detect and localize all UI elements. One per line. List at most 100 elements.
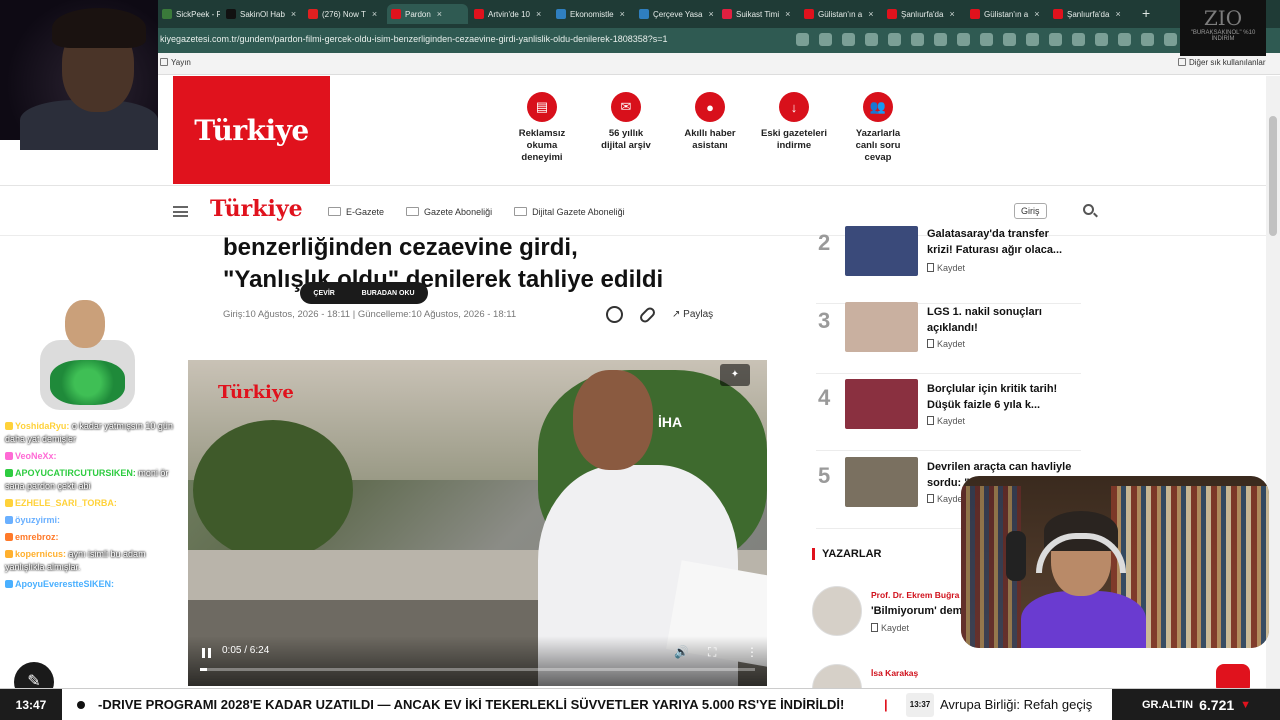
tab-label: Pardon: [405, 9, 431, 19]
scrollbar-thumb[interactable]: [1269, 116, 1277, 236]
translate-button[interactable]: ÇEVİR: [313, 290, 334, 297]
article-title[interactable]: Borçlular için kritik tarih! Düşük faizl…: [927, 381, 1077, 413]
article-title[interactable]: Galatasaray'da transfer krizi! Faturası …: [927, 226, 1077, 258]
close-icon[interactable]: ×: [949, 9, 954, 19]
volume-icon[interactable]: 🔊: [674, 645, 689, 659]
site-logo-large[interactable]: Türkiye: [173, 76, 330, 184]
extensions-puzzle-icon[interactable]: [1003, 33, 1016, 46]
nav-link-dijital-abonelik[interactable]: Dijital Gazete Aboneliği: [514, 207, 625, 217]
fullscreen-icon[interactable]: ⛶: [708, 645, 716, 660]
browser-tab[interactable]: Gülistan'ın a ×: [966, 4, 1047, 24]
browser-tab[interactable]: Suikast Timi ×: [718, 4, 798, 24]
login-button[interactable]: Giriş: [1014, 203, 1047, 219]
browser-tab[interactable]: Çerçeve Yasa ×: [635, 4, 716, 24]
extension-icon[interactable]: [980, 33, 993, 46]
author-name: Prof. Dr. Ekrem Buğra: [871, 590, 960, 600]
gold-price: GR.ALTIN 6.721 ▼: [1112, 689, 1280, 720]
close-icon[interactable]: ×: [620, 9, 625, 19]
favorite-star-icon[interactable]: [842, 33, 855, 46]
close-icon[interactable]: ×: [291, 9, 296, 19]
address-bar: kiyegazetesi.com.tr/gundem/pardon-filmi-…: [0, 28, 1280, 53]
save-button[interactable]: Kaydet: [927, 339, 965, 349]
browser-tab[interactable]: Artvin'de 10 ×: [470, 4, 550, 24]
extension-icon[interactable]: [865, 33, 878, 46]
heart-icon[interactable]: [1095, 33, 1108, 46]
save-button[interactable]: Kaydet: [927, 416, 965, 426]
collections-icon[interactable]: [1072, 33, 1085, 46]
bookmark-yayin[interactable]: Yayın: [160, 58, 191, 67]
translate-pill[interactable]: ÇEVİR BURADAN OKU: [300, 282, 428, 304]
browser-tab[interactable]: SickPeek - R×: [158, 4, 220, 24]
extension-icon[interactable]: [888, 33, 901, 46]
profile-avatar[interactable]: [1164, 33, 1177, 46]
site-logo[interactable]: Türkiye: [210, 196, 303, 222]
feature-item[interactable]: ▤ Reklamsız okuma deneyimi: [500, 92, 584, 164]
close-icon[interactable]: ×: [1034, 9, 1039, 19]
share-button[interactable]: ↗ Paylaş: [672, 309, 713, 320]
video-progress-bar[interactable]: [200, 668, 755, 671]
close-icon[interactable]: ×: [372, 9, 377, 19]
sparkle-icon[interactable]: ✦: [720, 364, 750, 386]
streamer: [1021, 511, 1146, 648]
close-icon[interactable]: ×: [785, 9, 790, 19]
close-icon[interactable]: ×: [437, 9, 442, 19]
webcam-overlay-streamer: [961, 476, 1269, 648]
chat-badge-icon: [5, 516, 13, 524]
article-thumbnail[interactable]: [845, 457, 918, 507]
most-read-item[interactable]: 4 Borçlular için kritik tarih! Düşük faiz…: [816, 373, 1081, 451]
browser-tab[interactable]: Pardon ×: [387, 4, 468, 24]
feature-item[interactable]: 👥 Yazarlarla canlı soru cevap: [836, 92, 920, 164]
extension-icon[interactable]: [957, 33, 970, 46]
new-tab-button[interactable]: +: [1142, 5, 1150, 21]
reader-icon[interactable]: [819, 33, 832, 46]
feature-label: 56 yıllık dijital arşiv: [601, 128, 651, 151]
save-button[interactable]: Kaydet: [871, 623, 909, 633]
browser-tab[interactable]: Gülistan'ın a ×: [800, 4, 881, 24]
nav-link-gazete-aboneligi[interactable]: Gazete Aboneliği: [406, 207, 492, 217]
close-icon[interactable]: ×: [709, 9, 714, 19]
favorites-icon[interactable]: [1049, 33, 1062, 46]
split-view-icon[interactable]: [1026, 33, 1039, 46]
whatsapp-icon[interactable]: [606, 306, 623, 323]
browser-tab[interactable]: (276) Now T ×: [304, 4, 385, 24]
feature-item[interactable]: ✉ 56 yıllık dijital arşiv: [584, 92, 668, 164]
most-read-item[interactable]: 2 Galatasaray'da transfer krizi! Faturası…: [816, 226, 1081, 304]
article-thumbnail[interactable]: [845, 226, 918, 276]
chat-badge-icon: [5, 550, 13, 558]
nav-link-egazete[interactable]: E-Gazete: [328, 207, 384, 217]
browser-tab[interactable]: SakinOl Hab ×: [222, 4, 302, 24]
webcam-overlay-guest: [0, 0, 158, 150]
extension-icon[interactable]: [911, 33, 924, 46]
browser-tab[interactable]: Şanlıurfa'da ×: [883, 4, 964, 24]
close-icon[interactable]: ×: [536, 9, 541, 19]
hamburger-menu-icon[interactable]: [173, 206, 188, 217]
url-field[interactable]: kiyegazetesi.com.tr/gundem/pardon-filmi-…: [160, 34, 668, 44]
downloads-icon[interactable]: [1141, 33, 1154, 46]
feature-item[interactable]: ↓ Eski gazeteleri indirme: [752, 92, 836, 164]
feature-item[interactable]: ● Akıllı haber asistanı: [668, 92, 752, 164]
article-thumbnail[interactable]: [845, 379, 918, 429]
ticker-time: 13:37: [906, 693, 934, 717]
search-icon[interactable]: [1083, 204, 1094, 215]
pause-icon[interactable]: [202, 648, 211, 658]
bookmark-other-favorites[interactable]: Diğer sık kullanılanlar: [1178, 58, 1265, 67]
video-player[interactable]: Türkiye İHA ✦ 0:05 / 6:24 🔊 ⛶ ⋮: [188, 360, 767, 686]
save-button[interactable]: Kaydet: [927, 263, 965, 273]
history-icon[interactable]: [1118, 33, 1131, 46]
browser-tab[interactable]: Şanlıurfa'da ×: [1049, 4, 1129, 24]
chat-username: VeoNeXx:: [15, 451, 57, 461]
read-aloud-button[interactable]: BURADAN OKU: [362, 290, 415, 297]
close-icon[interactable]: ×: [868, 9, 873, 19]
link-icon[interactable]: [637, 304, 658, 325]
article-title[interactable]: LGS 1. nakil sonuçları açıklandı!: [927, 304, 1077, 336]
extension-icon[interactable]: [934, 33, 947, 46]
close-icon[interactable]: ×: [1115, 9, 1120, 19]
feature-label: Akıllı haber asistanı: [684, 128, 736, 151]
save-button[interactable]: Kaydet: [927, 494, 965, 504]
zoom-icon[interactable]: [796, 33, 809, 46]
more-options-icon[interactable]: ⋮: [746, 645, 758, 659]
video-time: 0:05 / 6:24: [222, 645, 270, 656]
article-thumbnail[interactable]: [845, 302, 918, 352]
browser-tab[interactable]: Ekonomistle ×: [552, 4, 633, 24]
most-read-item[interactable]: 3 LGS 1. nakil sonuçları açıklandı! Kaydet: [816, 296, 1081, 374]
